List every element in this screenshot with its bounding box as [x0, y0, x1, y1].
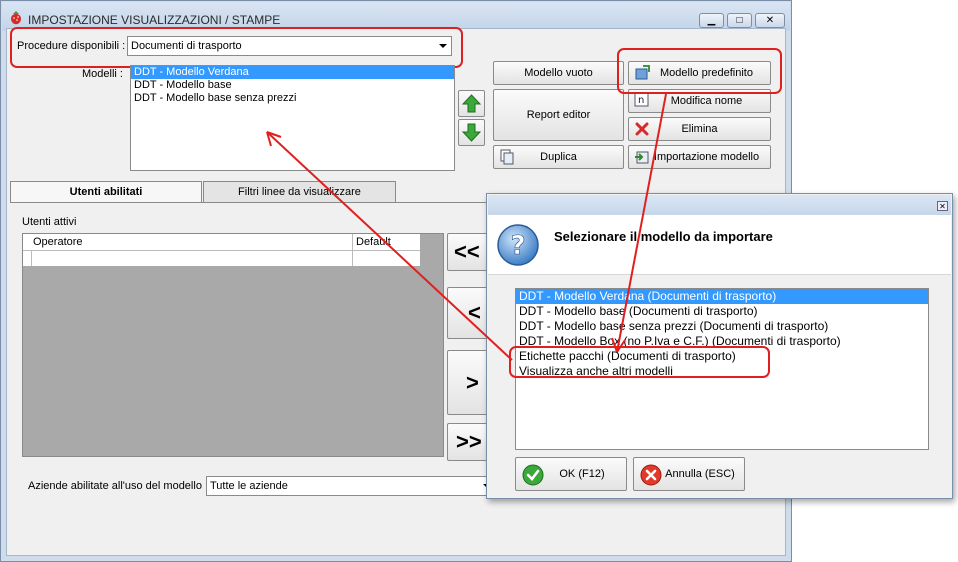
arrow-to-models-list [266, 131, 513, 361]
annotation-arrows [266, 93, 667, 361]
arrow-to-etichette [616, 93, 667, 353]
